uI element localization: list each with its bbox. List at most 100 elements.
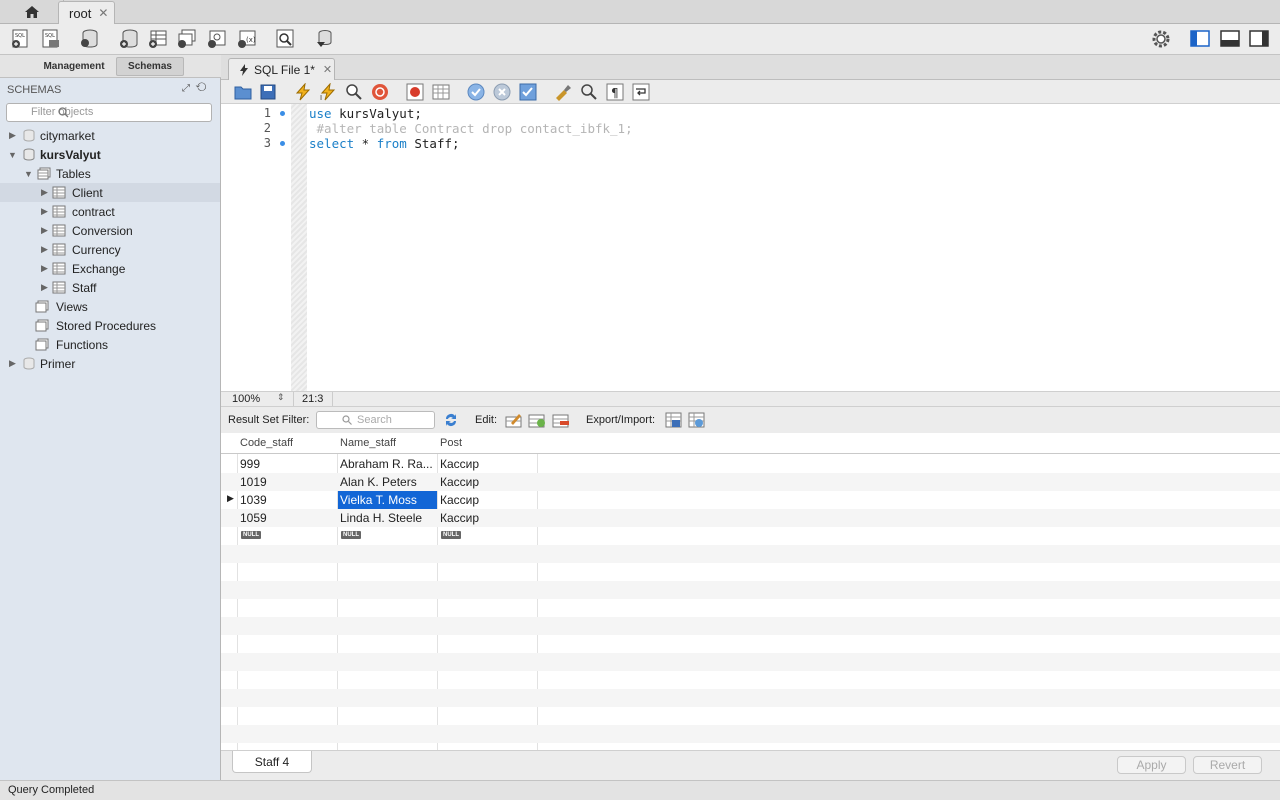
zoom-level[interactable]: 100% xyxy=(232,393,260,405)
close-icon[interactable]: ✕ xyxy=(323,63,332,76)
refresh-icon[interactable] xyxy=(443,412,459,428)
close-icon[interactable]: ✕ xyxy=(98,6,108,20)
expand-arrow-icon[interactable]: ▶ xyxy=(41,225,48,236)
export-icon[interactable] xyxy=(665,411,683,429)
autocommit-icon[interactable] xyxy=(519,83,537,101)
tree-item-stored-procedures[interactable]: Stored Procedures xyxy=(0,316,220,335)
cell-post[interactable]: Кассир xyxy=(440,511,479,525)
tree-item-primer[interactable]: ▶ Primer xyxy=(0,354,220,373)
cell-name-staff[interactable]: Linda H. Steele xyxy=(340,511,422,525)
tree-item-table-client[interactable]: ▶ Client xyxy=(0,183,220,202)
explain-icon[interactable] xyxy=(345,83,363,101)
cell-post[interactable]: Кассир xyxy=(440,493,479,507)
new-sql-tab-icon[interactable]: SQL xyxy=(10,28,32,50)
tree-item-table-currency[interactable]: ▶ Currency xyxy=(0,240,220,259)
toggle-result-icon[interactable] xyxy=(432,83,450,101)
tree-item-table-staff[interactable]: ▶ Staff xyxy=(0,278,220,297)
expand-icon[interactable]: ⤢ xyxy=(182,83,190,94)
execute-icon[interactable] xyxy=(294,83,312,101)
result-grid[interactable]: Code_staff Name_staff Post 999 Abraham R… xyxy=(221,433,1280,750)
stop-icon[interactable] xyxy=(371,83,389,101)
delete-row-icon[interactable] xyxy=(552,411,570,429)
result-tab-staff[interactable]: Staff 4 xyxy=(232,751,312,773)
sql-editor[interactable]: 1 2 3 use kursValyut; #alter table Contr… xyxy=(221,104,1280,391)
tree-item-citymarket[interactable]: ▶ citymarket xyxy=(0,126,220,145)
reconnect-icon[interactable] xyxy=(313,28,335,50)
cell-code-staff[interactable]: 1019 xyxy=(240,475,267,489)
column-header-post[interactable]: Post xyxy=(440,437,462,449)
cell-code-staff[interactable]: 1039 xyxy=(240,493,267,507)
new-row[interactable]: NULL NULL NULL xyxy=(221,527,1280,545)
search-table-data-icon[interactable] xyxy=(274,28,296,50)
tab-sql-file[interactable]: SQL File 1* ✕ xyxy=(228,58,335,80)
execute-current-icon[interactable]: I xyxy=(319,83,337,101)
cell-code-staff[interactable]: 1059 xyxy=(240,511,267,525)
selected-cell[interactable]: Vielka T. Moss xyxy=(338,491,437,509)
tab-schemas[interactable]: Schemas xyxy=(116,57,184,76)
open-sql-file-icon[interactable]: SQL xyxy=(40,28,62,50)
expand-arrow-icon[interactable]: ▶ xyxy=(41,206,48,217)
result-search-input[interactable]: Search xyxy=(316,411,435,429)
create-table-icon[interactable] xyxy=(147,28,169,50)
schema-filter-input[interactable]: Filter objects xyxy=(6,103,212,122)
column-header-code-staff[interactable]: Code_staff xyxy=(240,437,293,449)
toggle-error-icon[interactable] xyxy=(406,83,424,101)
rollback-icon[interactable] xyxy=(493,83,511,101)
create-view-icon[interactable] xyxy=(176,28,198,50)
insert-row-icon[interactable] xyxy=(528,411,546,429)
null-badge[interactable]: NULL xyxy=(341,531,361,539)
save-icon[interactable] xyxy=(259,83,277,101)
cell-name-staff[interactable]: Vielka T. Moss xyxy=(340,493,417,507)
home-tab[interactable] xyxy=(0,0,64,24)
tree-item-table-exchange[interactable]: ▶ Exchange xyxy=(0,259,220,278)
cell-code-staff[interactable]: 999 xyxy=(240,457,260,471)
tree-item-table-contract[interactable]: ▶ contract xyxy=(0,202,220,221)
cell-name-staff[interactable]: Alan K. Peters xyxy=(340,475,417,489)
expand-arrow-icon[interactable]: ▶ xyxy=(9,130,16,141)
commit-icon[interactable] xyxy=(467,83,485,101)
toggle-output-panel-icon[interactable] xyxy=(1219,28,1241,50)
collapse-arrow-icon[interactable]: ▼ xyxy=(8,150,17,160)
zoom-stepper-icon[interactable]: ⇕ xyxy=(277,392,285,403)
beautify-icon[interactable] xyxy=(554,83,572,101)
tree-item-tables[interactable]: ▼ Tables xyxy=(0,164,220,183)
tab-management[interactable]: Management xyxy=(32,57,116,76)
table-row[interactable]: 999 Abraham R. Ra... Кассир xyxy=(221,455,1280,473)
toggle-sidebar-icon[interactable] xyxy=(1189,28,1211,50)
tree-item-functions[interactable]: Functions xyxy=(0,335,220,354)
cell-post[interactable]: Кассир xyxy=(440,457,479,471)
inspector-icon[interactable] xyxy=(78,28,100,50)
tree-item-views[interactable]: Views xyxy=(0,297,220,316)
expand-arrow-icon[interactable]: ▶ xyxy=(41,187,48,198)
revert-button[interactable]: Revert xyxy=(1193,756,1262,774)
toggle-secondary-sidebar-icon[interactable] xyxy=(1248,28,1270,50)
expand-arrow-icon[interactable]: ▶ xyxy=(41,244,48,255)
cell-name-staff[interactable]: Abraham R. Ra... xyxy=(340,457,435,471)
cell-post[interactable]: Кассир xyxy=(440,475,479,489)
create-function-icon[interactable]: (x) xyxy=(236,28,258,50)
table-row[interactable]: ▶ 1039 Vielka T. Moss Кассир xyxy=(221,491,1280,509)
create-schema-icon[interactable] xyxy=(118,28,140,50)
word-wrap-icon[interactable] xyxy=(632,83,650,101)
invisible-chars-icon[interactable]: ¶ xyxy=(606,83,624,101)
null-badge[interactable]: NULL xyxy=(441,531,461,539)
collapse-arrow-icon[interactable]: ▼ xyxy=(24,169,33,179)
create-procedure-icon[interactable] xyxy=(206,28,228,50)
apply-button[interactable]: Apply xyxy=(1117,756,1186,774)
connection-tab[interactable]: root ✕ xyxy=(58,1,115,24)
settings-gear-icon[interactable] xyxy=(1150,28,1172,50)
expand-arrow-icon[interactable]: ▶ xyxy=(9,358,16,369)
import-icon[interactable] xyxy=(688,411,706,429)
table-row[interactable]: 1019 Alan K. Peters Кассир xyxy=(221,473,1280,491)
expand-arrow-icon[interactable]: ▶ xyxy=(41,263,48,274)
edit-row-icon[interactable] xyxy=(505,411,523,429)
null-badge[interactable]: NULL xyxy=(241,531,261,539)
table-row[interactable]: 1059 Linda H. Steele Кассир xyxy=(221,509,1280,527)
open-folder-icon[interactable] xyxy=(234,83,252,101)
find-icon[interactable] xyxy=(580,83,598,101)
tree-item-table-conversion[interactable]: ▶ Conversion xyxy=(0,221,220,240)
tree-item-kursvalyut[interactable]: ▼ kursValyut xyxy=(0,145,220,164)
column-header-name-staff[interactable]: Name_staff xyxy=(340,437,396,449)
refresh-icon[interactable]: ⟲ xyxy=(196,83,207,94)
expand-arrow-icon[interactable]: ▶ xyxy=(41,282,48,293)
